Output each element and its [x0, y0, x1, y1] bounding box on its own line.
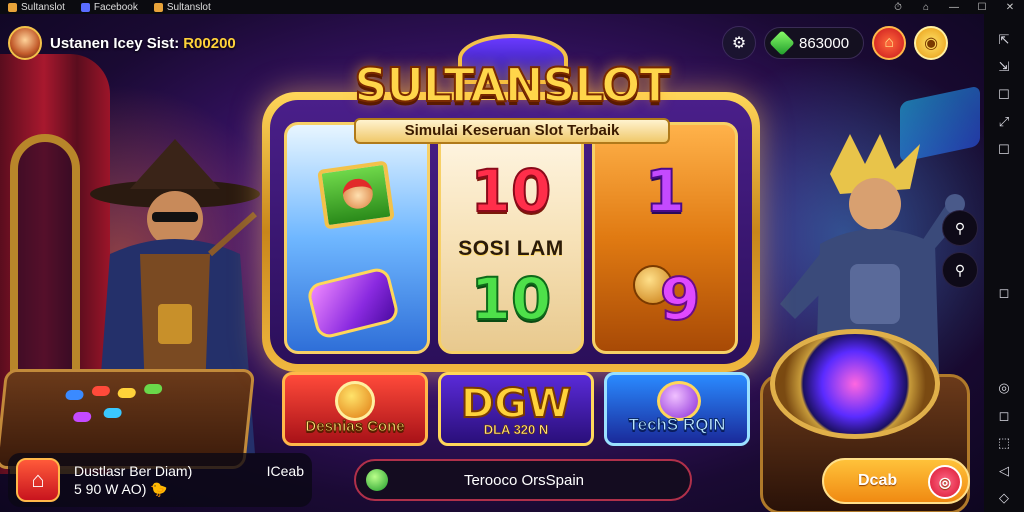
reel-3[interactable]: 1 9	[592, 122, 738, 354]
home-button[interactable]: ⌂	[872, 26, 907, 60]
reel-symbol-bottom: 10	[470, 264, 553, 334]
bonus-tile-2[interactable]: DGW DLA 320 N	[438, 372, 594, 446]
app-icon	[8, 2, 17, 12]
bonus-tile-label: TechS RQIN	[628, 415, 726, 435]
player-line: Ustanen Icey Sist: R00200	[50, 35, 236, 52]
search-text: Terooco OrsSpain	[463, 471, 585, 489]
console-button	[103, 408, 123, 418]
balance-value: 863000	[799, 34, 850, 52]
reel-2[interactable]: 10 SOSI LAM 10	[438, 122, 584, 354]
player-info: Ustanen Icey Sist: R00200	[8, 26, 236, 60]
window-titlebar: Sultanslot Facebook Sultanslot ⏱ ⌂ — ☐ ✕	[0, 0, 1024, 14]
gem-icon	[769, 30, 795, 56]
minimize-button[interactable]: —	[940, 2, 968, 13]
bonus-tiles: Desnias Cone DGW DLA 320 N TechS RQIN	[282, 372, 750, 446]
spin-icon: ◎	[928, 465, 962, 499]
tab-label: Sultanslot	[166, 1, 211, 13]
tab-icon	[80, 2, 90, 12]
tab-icon	[153, 2, 163, 12]
bonus-tile-3[interactable]: TechS RQIN	[604, 372, 750, 446]
lobby-line-1: Dustlasr Ber Diam)	[74, 463, 193, 479]
tab-label: Sultanslot	[21, 1, 65, 13]
lobby-link[interactable]: ICeab	[267, 463, 304, 479]
map-pin-icon[interactable]: ⚲	[942, 210, 978, 246]
gem-icon	[366, 469, 388, 491]
coin-icon	[335, 381, 375, 421]
gear-icon: ⚙	[731, 35, 747, 52]
header-controls: ⚙ 863000 ⌂ ◉	[722, 26, 949, 60]
home-nav-icon[interactable]: ⬚	[991, 433, 1017, 455]
bonus-wheel	[770, 329, 940, 439]
close-button[interactable]: ✕	[996, 2, 1024, 13]
coin-icon: ◉	[924, 35, 939, 52]
shrink-icon[interactable]: ⇲	[991, 57, 1017, 79]
bonus-tile-1[interactable]: Desnias Cone	[282, 372, 428, 446]
tab-facebook[interactable]: Facebook	[73, 0, 146, 14]
lobby-line-2: 5 90 W AO) 🐤	[74, 481, 168, 497]
expand-icon[interactable]: ⇱	[991, 29, 1017, 51]
tab-sultanslot-2[interactable]: Sultanslot	[146, 0, 219, 14]
home-window-icon[interactable]: ⌂	[912, 2, 940, 13]
tab-sultanslot[interactable]: Sultanslot	[0, 0, 73, 14]
player-amount: R00200	[183, 34, 236, 52]
screenshot-icon[interactable]: ☐	[991, 139, 1017, 161]
bonus-tile-title: DGW	[460, 380, 572, 428]
console-button	[72, 412, 92, 422]
search-input[interactable]: Terooco OrsSpain	[354, 459, 692, 501]
lobby-panel: ⌂ Dustlasr Ber Diam) 5 90 W AO) 🐤 ICeab	[8, 453, 312, 507]
maximize-button[interactable]: ☐	[968, 2, 996, 13]
reel-symbol-mid: SOSI LAM	[458, 237, 564, 260]
play-button[interactable]: Dcab ◎	[822, 458, 970, 504]
balance-display[interactable]: 863000	[764, 27, 865, 59]
timer-icon[interactable]: ⏱	[884, 2, 912, 13]
game-subtitle: Simulai Keseruan Slot Terbaik	[354, 118, 670, 144]
record-icon[interactable]: ◎	[991, 378, 1017, 400]
keyboard-icon[interactable]: ◻	[991, 282, 1017, 304]
console-button	[117, 388, 137, 398]
lobby-button[interactable]: ⌂	[16, 458, 60, 502]
home-icon: ⌂	[884, 34, 894, 51]
game-title-plate: SULTANSLOT Simulai Keseruan Slot Terbaik	[340, 34, 684, 144]
console-button	[64, 390, 85, 400]
coin-button[interactable]: ◉	[914, 26, 949, 60]
location-icon[interactable]: ⚲	[942, 252, 978, 288]
window-icon[interactable]: ☐	[991, 84, 1017, 106]
emulator-sidebar: ⇱ ⇲ ☐ ⤢ ☐ ◻ ◎ ◻ ⬚ ◁ ◇	[984, 14, 1024, 512]
fullscreen-icon[interactable]: ⤢	[991, 112, 1017, 134]
avatar[interactable]	[8, 26, 42, 60]
recent-apps-icon[interactable]: ◻	[991, 405, 1017, 427]
purple-gem-icon	[305, 265, 401, 341]
house-icon: ⌂	[31, 467, 45, 492]
reel-symbol-top: 1	[644, 156, 686, 226]
rotate-icon[interactable]: ◇	[991, 488, 1017, 510]
tab-label: Facebook	[93, 1, 138, 13]
bonus-tile-label: Desnias Cone	[305, 418, 405, 436]
play-button-label: Dcab	[858, 472, 898, 489]
console-button	[91, 386, 111, 396]
lobby-info: Dustlasr Ber Diam) 5 90 W AO) 🐤	[74, 462, 192, 498]
reel-symbol-bottom: 9	[659, 264, 701, 334]
back-icon[interactable]: ◁	[991, 460, 1017, 482]
reel-symbol-top: 10	[470, 156, 553, 226]
console-button	[143, 384, 163, 394]
bonus-tile-sub: DLA 320 N	[483, 422, 549, 438]
joker-card-icon	[317, 160, 395, 230]
reel-1[interactable]	[284, 122, 430, 354]
game-title: SULTANSLOT	[353, 57, 671, 113]
player-label: Ustanen Icey Sist:	[50, 34, 180, 52]
settings-button[interactable]: ⚙	[722, 26, 756, 60]
